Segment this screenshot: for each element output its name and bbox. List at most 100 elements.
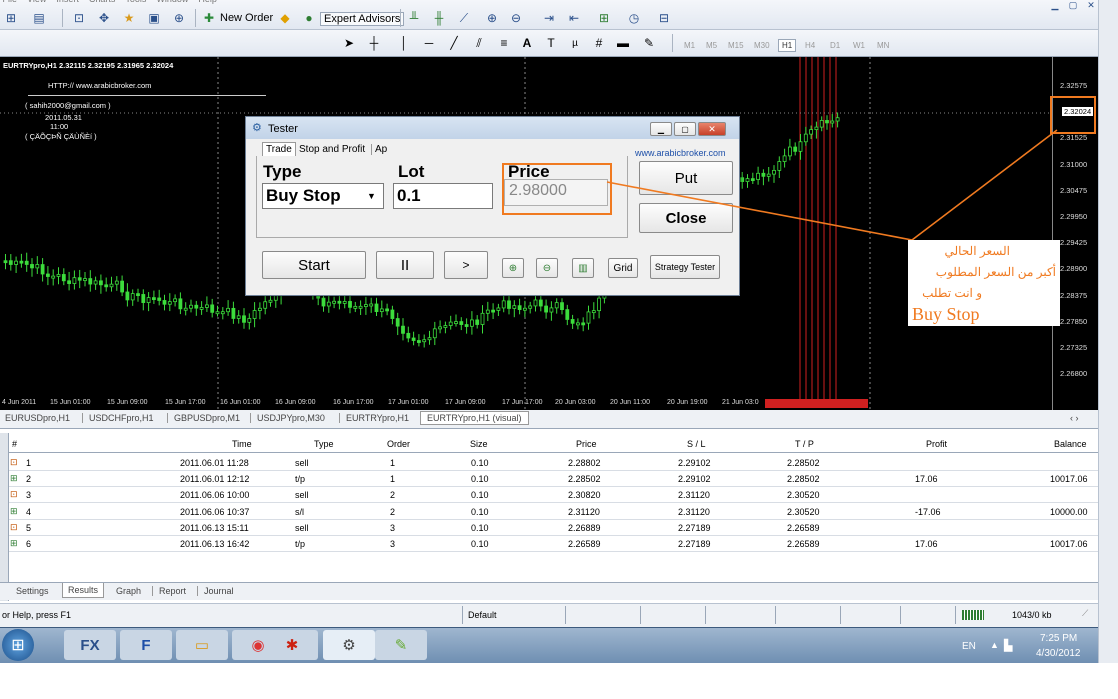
cell-time: 2011.06.13 16:42 [180, 539, 250, 549]
col-tp[interactable]: T / P [795, 439, 814, 449]
annotation-line4: Buy Stop [912, 304, 980, 324]
cell-profit: -17.06 [915, 506, 941, 517]
stop-loss-icon: ⊞ [10, 505, 18, 516]
network-icon[interactable]: ▙ [1004, 639, 1012, 652]
chart-tabs: EURUSDpro,H1 USDCHFpro,H1 GBPUSDpro,M1 U… [0, 410, 1098, 429]
col-profit[interactable]: Profit [926, 439, 947, 449]
chart-tab-usdchf[interactable]: USDCHFpro,H1 [82, 413, 154, 423]
status-traffic: 1043/0 kb [1012, 610, 1052, 620]
cell-order: 1 [390, 458, 396, 468]
cell-order: 2 [390, 490, 396, 501]
window-scrollbar[interactable] [1098, 0, 1118, 663]
col-size[interactable]: Size [470, 439, 488, 449]
col-type[interactable]: Type [314, 439, 334, 449]
cell-type: sell [295, 458, 309, 468]
tab-results[interactable]: Results [62, 583, 105, 598]
chart-tab-eurtry[interactable]: EURTRYpro,H1 [339, 413, 409, 423]
clock-time[interactable]: 7:25 PM [1040, 633, 1077, 644]
tab-journal[interactable]: Journal [197, 586, 234, 596]
tools-app-icon[interactable]: ✱ [266, 630, 318, 660]
language-indicator[interactable]: EN [962, 641, 976, 652]
chart-tab-gbpusd[interactable]: GBPUSDpro,M1 [167, 413, 240, 423]
status-profile: Default [468, 610, 497, 620]
take-profit-icon: ⊞ [10, 473, 18, 484]
tab-settings[interactable]: Settings [16, 586, 49, 596]
col-number[interactable]: # [12, 439, 17, 449]
paint-icon[interactable]: ✎ [375, 630, 427, 660]
cell-price: 2.26589 [568, 539, 601, 549]
fx-app-label: FX [80, 636, 100, 654]
cell-balance: 10000.00 [1050, 506, 1088, 517]
cell-type: t/p [295, 539, 306, 549]
annotation-line1: السعر الحالي [944, 244, 1011, 258]
cell-balance: 10017.06 [1050, 539, 1088, 549]
tester-tabs: Settings Results Graph Report Journal [0, 582, 1098, 600]
cell-time: 2011.06.01 12:12 [180, 474, 250, 485]
tester-app-icon[interactable]: ⚙ [323, 630, 375, 660]
status-help: or Help, press F1 [2, 610, 72, 620]
cell-price: 2.28502 [568, 474, 601, 485]
cell-tp: 2.30520 [787, 490, 820, 501]
forex-app-icon[interactable]: F [120, 630, 172, 660]
row-number: 2 [26, 474, 32, 485]
col-sl[interactable]: S / L [687, 439, 706, 449]
cell-tp: 2.30520 [787, 506, 820, 517]
cell-time: 2011.06.06 10:00 [180, 490, 250, 501]
col-time[interactable]: Time [232, 439, 252, 449]
col-price[interactable]: Price [576, 439, 597, 449]
cell-price: 2.30820 [568, 490, 601, 501]
status-bar: or Help, press F1 Default 1043/0 kb ⟋ [0, 603, 1118, 627]
cell-size: 0.10 [471, 474, 489, 485]
cell-order: 1 [390, 474, 396, 485]
current-price-highlight [1050, 96, 1096, 134]
resize-grip-icon[interactable]: ⟋ [1082, 608, 1088, 619]
cell-profit: 17.06 [915, 539, 938, 549]
clock-date[interactable]: 4/30/2012 [1036, 648, 1081, 659]
col-order[interactable]: Order [387, 439, 410, 449]
cell-price: 2.28802 [568, 458, 601, 468]
cell-order: 3 [390, 522, 396, 533]
cell-profit: 17.06 [915, 474, 938, 485]
cell-sl: 2.31120 [678, 490, 710, 501]
take-profit-icon: ⊞ [10, 538, 18, 548]
cell-type: t/p [295, 474, 306, 485]
cell-time: 2011.06.01 11:28 [180, 458, 249, 468]
cell-price: 2.26889 [568, 522, 601, 533]
cell-sl: 2.29102 [678, 474, 711, 485]
row-number: 6 [26, 539, 32, 549]
cell-size: 0.10 [471, 539, 489, 549]
cell-sl: 2.27189 [678, 539, 711, 549]
cell-sl: 2.29102 [678, 458, 711, 468]
cell-price: 2.31120 [568, 506, 600, 517]
row-number: 3 [26, 490, 32, 501]
cell-tp: 2.28502 [787, 458, 820, 468]
cell-time: 2011.06.13 15:11 [180, 522, 249, 533]
sell-order-icon: ⊡ [10, 489, 18, 500]
tab-graph[interactable]: Graph [116, 586, 141, 596]
cell-time: 2011.06.06 10:37 [180, 506, 250, 517]
col-balance[interactable]: Balance [1054, 439, 1087, 449]
tab-scroll-icon[interactable]: ‹ › [1070, 413, 1079, 423]
cell-type: sell [295, 490, 309, 501]
cell-size: 0.10 [471, 506, 489, 517]
chart-tab-eurusd[interactable]: EURUSDpro,H1 [5, 413, 70, 423]
tray-arrow-icon[interactable]: ▲ [990, 640, 999, 650]
chart-tab-usdjpy[interactable]: USDJPYpro,M30 [250, 413, 325, 423]
cell-tp: 2.26589 [787, 539, 820, 549]
cell-size: 0.10 [471, 458, 489, 468]
sell-order-icon: ⊡ [10, 457, 18, 467]
cell-sl: 2.31120 [678, 506, 710, 517]
cell-tp: 2.26589 [787, 522, 820, 533]
row-number: 1 [26, 458, 32, 468]
annotation-box: السعر الحالي أكبر من السعر المطلوب و انت… [908, 240, 1060, 326]
chart-tab-eurtry-visual[interactable]: EURTRYpro,H1 (visual) [420, 411, 529, 425]
fx-app-button[interactable]: FX [64, 630, 116, 660]
cell-size: 0.10 [471, 490, 489, 501]
cell-type: s/l [295, 506, 304, 517]
cell-sl: 2.27189 [678, 522, 711, 533]
row-number: 4 [26, 506, 32, 517]
cell-size: 0.10 [471, 522, 489, 533]
tab-report[interactable]: Report [152, 586, 186, 596]
folder-icon[interactable]: ▭ [176, 630, 228, 660]
start-orb-icon[interactable]: ⊞ [2, 629, 34, 661]
